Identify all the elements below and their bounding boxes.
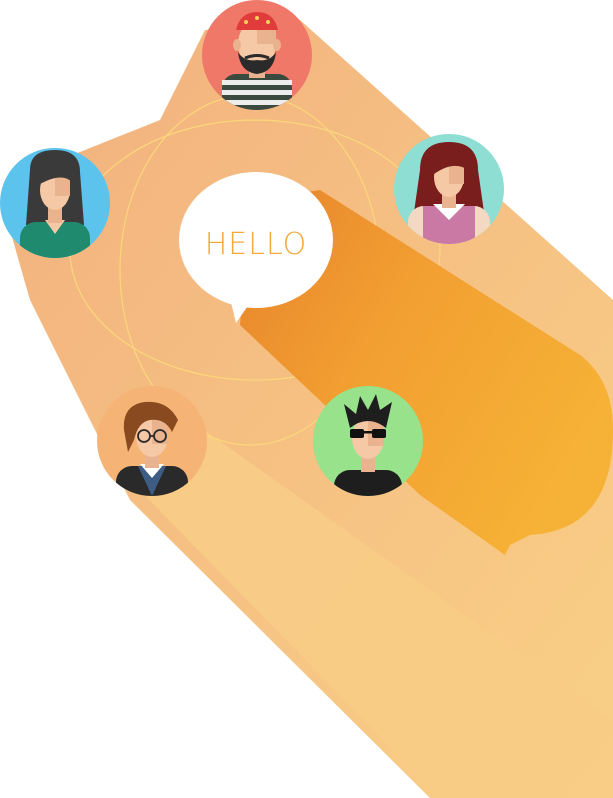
hello-network-illustration: HELLO <box>0 0 613 798</box>
hello-text: HELLO <box>205 227 308 262</box>
